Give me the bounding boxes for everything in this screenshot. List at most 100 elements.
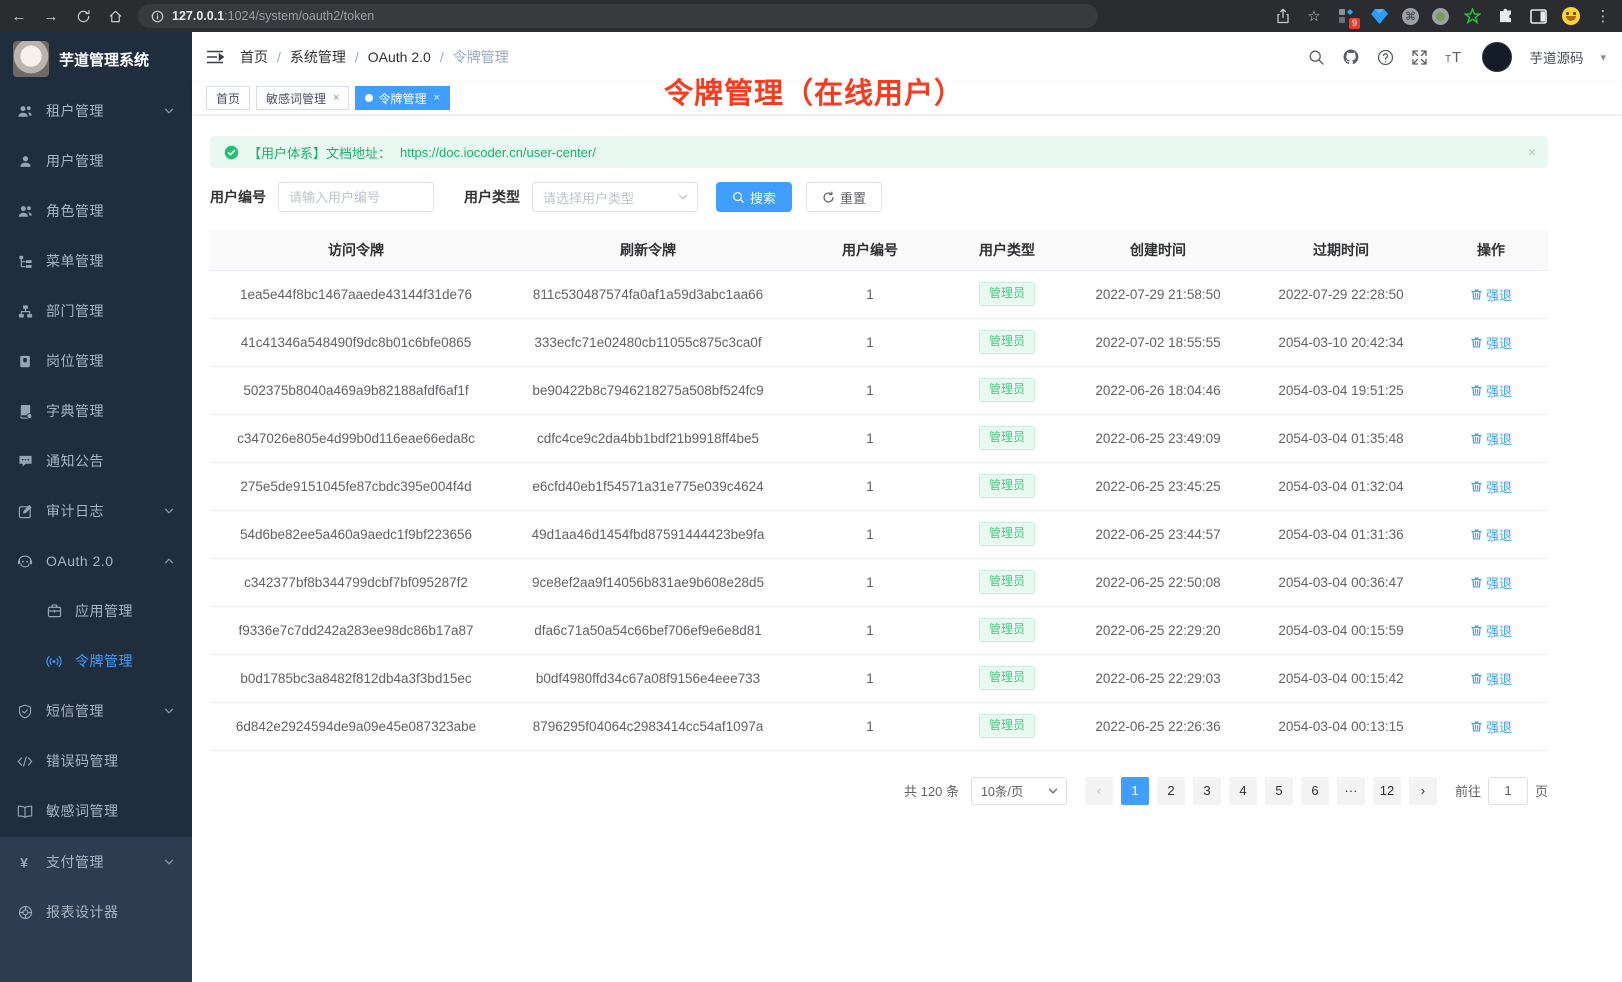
- sidebar-item-dept[interactable]: 部门管理: [0, 286, 192, 336]
- site-info-icon[interactable]: [150, 7, 164, 25]
- user-avatar[interactable]: [1482, 42, 1512, 72]
- brand[interactable]: 芋道管理系统: [0, 32, 192, 86]
- force-logout-button[interactable]: 强退: [1470, 477, 1512, 496]
- refresh-token-cell: 49d1aa46d1454fbd87591444423be9fa: [502, 510, 794, 558]
- tab-close-icon[interactable]: ×: [433, 92, 439, 104]
- breadcrumb-item[interactable]: 首页: [240, 47, 268, 67]
- browser-reload-button[interactable]: [74, 7, 92, 25]
- sidebar-item-menu[interactable]: 菜单管理: [0, 236, 192, 286]
- browser-back-button[interactable]: ←: [10, 7, 28, 25]
- sidebar-item-sensitive-word[interactable]: 敏感词管理: [0, 786, 192, 836]
- font-size-icon[interactable]: TT: [1445, 49, 1465, 65]
- page-ellipsis-button[interactable]: ···: [1337, 777, 1365, 805]
- force-logout-button[interactable]: 强退: [1470, 285, 1512, 304]
- sidebar-item-tenant[interactable]: 租户管理: [0, 86, 192, 136]
- expire-time-cell: 2054-03-04 01:32:04: [1248, 462, 1434, 510]
- sidebar-item-post[interactable]: 岗位管理: [0, 336, 192, 386]
- table-column-header: 过期时间: [1248, 230, 1434, 270]
- page-button-4[interactable]: 4: [1229, 777, 1257, 805]
- user-id-input[interactable]: [278, 182, 434, 212]
- page-button-12[interactable]: 12: [1373, 777, 1401, 805]
- page-button-2[interactable]: 2: [1157, 777, 1185, 805]
- breadcrumb-item[interactable]: 系统管理: [290, 47, 346, 67]
- browser-menu-icon[interactable]: ⋮: [1594, 7, 1612, 25]
- tab-close-icon[interactable]: ×: [333, 92, 339, 104]
- force-logout-button[interactable]: 强退: [1470, 573, 1512, 592]
- page-button-3[interactable]: 3: [1193, 777, 1221, 805]
- user-type-select[interactable]: 请选择用户类型: [532, 182, 698, 212]
- tab-敏感词管理[interactable]: 敏感词管理×: [256, 86, 349, 110]
- sidebar-item-user[interactable]: 用户管理: [0, 136, 192, 186]
- extension-icon-blocks[interactable]: 9: [1336, 6, 1356, 26]
- table-row: 502375b8040a469a9b82188afdf6af1fbe90422b…: [210, 366, 1548, 414]
- action-cell: 强退: [1434, 702, 1548, 750]
- force-logout-button[interactable]: 强退: [1470, 333, 1512, 352]
- trash-icon: [1470, 288, 1483, 301]
- page-button-1[interactable]: 1: [1121, 777, 1149, 805]
- extension-icon-recorder[interactable]: [1432, 8, 1449, 25]
- extension-icon-green-star[interactable]: [1462, 6, 1482, 26]
- extensions-puzzle-icon[interactable]: [1495, 6, 1515, 26]
- browser-toolbar: ← → 127.0.0.1:1024/system/oauth2/token ☆…: [0, 0, 1622, 32]
- prev-page-button[interactable]: ‹: [1085, 777, 1113, 805]
- extension-icon-command[interactable]: ⌘: [1402, 8, 1419, 25]
- brand-logo: [13, 41, 49, 77]
- user-type-badge: 管理员: [979, 570, 1035, 594]
- goto-page-input[interactable]: [1488, 777, 1528, 805]
- content: 【用户体系】文档地址： https://doc.iocoder.cn/user-…: [192, 114, 1548, 805]
- force-logout-button[interactable]: 强退: [1470, 717, 1512, 736]
- tab-首页[interactable]: 首页: [206, 86, 250, 110]
- token-table: 访问令牌刷新令牌用户编号用户类型创建时间过期时间操作 1ea5e44f8bc14…: [210, 230, 1548, 751]
- alert-close-icon[interactable]: ×: [1528, 144, 1536, 160]
- browser-forward-button[interactable]: →: [42, 7, 60, 25]
- sidebar-item-sms[interactable]: 短信管理: [0, 686, 192, 736]
- fullscreen-icon[interactable]: [1411, 49, 1428, 66]
- page-button-6[interactable]: 6: [1301, 777, 1329, 805]
- extension-icon-gem[interactable]: [1369, 6, 1389, 26]
- help-icon[interactable]: [1377, 49, 1394, 66]
- breadcrumb-item[interactable]: OAuth 2.0: [368, 49, 431, 65]
- table-row: 6d842e2924594de9a09e45e087323abe8796295f…: [210, 702, 1548, 750]
- search-button[interactable]: 搜索: [716, 182, 792, 212]
- page-button-5[interactable]: 5: [1265, 777, 1293, 805]
- force-logout-button[interactable]: 强退: [1470, 381, 1512, 400]
- sidebar-item-error-code[interactable]: 错误码管理: [0, 736, 192, 786]
- svg-text:T: T: [1452, 49, 1461, 65]
- sidebar-item-oauth2-app[interactable]: 应用管理: [0, 586, 192, 636]
- force-logout-button[interactable]: 强退: [1470, 621, 1512, 640]
- sidebar-item-oauth2-token[interactable]: 令牌管理: [0, 636, 192, 686]
- tab-令牌管理[interactable]: 令牌管理×: [355, 86, 449, 110]
- user-name[interactable]: 芋道源码: [1529, 47, 1583, 67]
- github-icon[interactable]: [1342, 48, 1360, 66]
- action-cell: 强退: [1434, 270, 1548, 318]
- reset-button[interactable]: 重置: [806, 182, 882, 212]
- goto-suffix: 页: [1535, 781, 1548, 800]
- force-logout-button[interactable]: 强退: [1470, 429, 1512, 448]
- user-type-cell: 管理员: [946, 270, 1068, 318]
- table-column-header: 操作: [1434, 230, 1548, 270]
- browser-home-button[interactable]: [106, 7, 124, 25]
- sidebar-item-oauth2[interactable]: OAuth 2.0: [0, 536, 192, 586]
- side-panel-icon[interactable]: [1528, 6, 1548, 26]
- profile-avatar-icon[interactable]: [1561, 6, 1581, 26]
- action-cell: 强退: [1434, 366, 1548, 414]
- badge-icon: [17, 354, 33, 369]
- force-logout-button[interactable]: 强退: [1470, 525, 1512, 544]
- sidebar-collapse-icon[interactable]: [206, 49, 224, 65]
- sidebar-item-audit-log[interactable]: 审计日志: [0, 486, 192, 536]
- search-icon[interactable]: [1308, 49, 1325, 66]
- page-size-chevron-icon: [1047, 785, 1059, 797]
- sidebar-item-notice[interactable]: 通知公告: [0, 436, 192, 486]
- sidebar-item-report-designer[interactable]: 报表设计器: [0, 887, 192, 937]
- share-icon[interactable]: [1274, 7, 1292, 25]
- next-page-button[interactable]: ›: [1409, 777, 1437, 805]
- sidebar-item-pay[interactable]: ¥支付管理: [0, 837, 192, 887]
- alert-doc-link[interactable]: https://doc.iocoder.cn/user-center/: [400, 145, 596, 160]
- user-menu-caret-icon[interactable]: ▾: [1600, 51, 1606, 64]
- address-bar[interactable]: 127.0.0.1:1024/system/oauth2/token: [138, 4, 1098, 28]
- page-size-select[interactable]: 10条/页: [971, 777, 1067, 805]
- sidebar-item-dict[interactable]: 字典管理: [0, 386, 192, 436]
- bookmark-star-icon[interactable]: ☆: [1305, 7, 1323, 25]
- force-logout-button[interactable]: 强退: [1470, 669, 1512, 688]
- sidebar-item-role[interactable]: 角色管理: [0, 186, 192, 236]
